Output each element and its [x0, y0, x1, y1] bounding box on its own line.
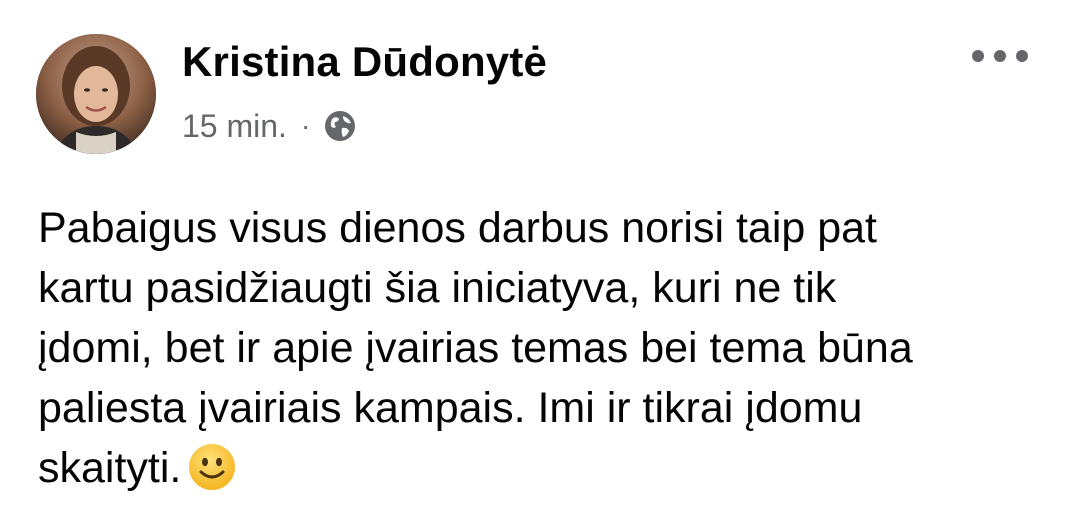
post-card: Kristina Dūdonytė 15 min. · Pabaigus vis…	[0, 0, 1080, 518]
more-options-button[interactable]	[972, 40, 1028, 72]
post-timestamp[interactable]: 15 min.	[182, 108, 287, 145]
message-line: įdomi, bet ir apie įvairias temas bei te…	[38, 324, 913, 372]
post-meta: 15 min. ·	[182, 104, 356, 148]
more-horizontal-icon-dot	[994, 50, 1006, 62]
more-horizontal-icon-dot	[1016, 50, 1028, 62]
meta-separator: ·	[300, 110, 311, 141]
author-name[interactable]: Kristina Dūdonytė	[182, 38, 547, 86]
globe-icon[interactable]	[324, 110, 356, 142]
post-message: Pabaigus visus dienos darbus norisi taip…	[38, 198, 1048, 498]
message-line: paliesta įvairiais kampais. Imi ir tikra…	[38, 384, 863, 432]
more-horizontal-icon-dot	[972, 50, 984, 62]
avatar-photo	[36, 34, 156, 154]
slightly-smiling-face-emoji	[189, 444, 236, 490]
avatar[interactable]	[36, 34, 156, 154]
message-line: skaityti.	[38, 444, 182, 492]
message-last-line: skaityti.	[38, 438, 1048, 498]
message-line: Pabaigus visus dienos darbus norisi taip…	[38, 204, 878, 252]
message-line: kartu pasidžiaugti šia iniciatyva, kuri …	[38, 264, 837, 312]
